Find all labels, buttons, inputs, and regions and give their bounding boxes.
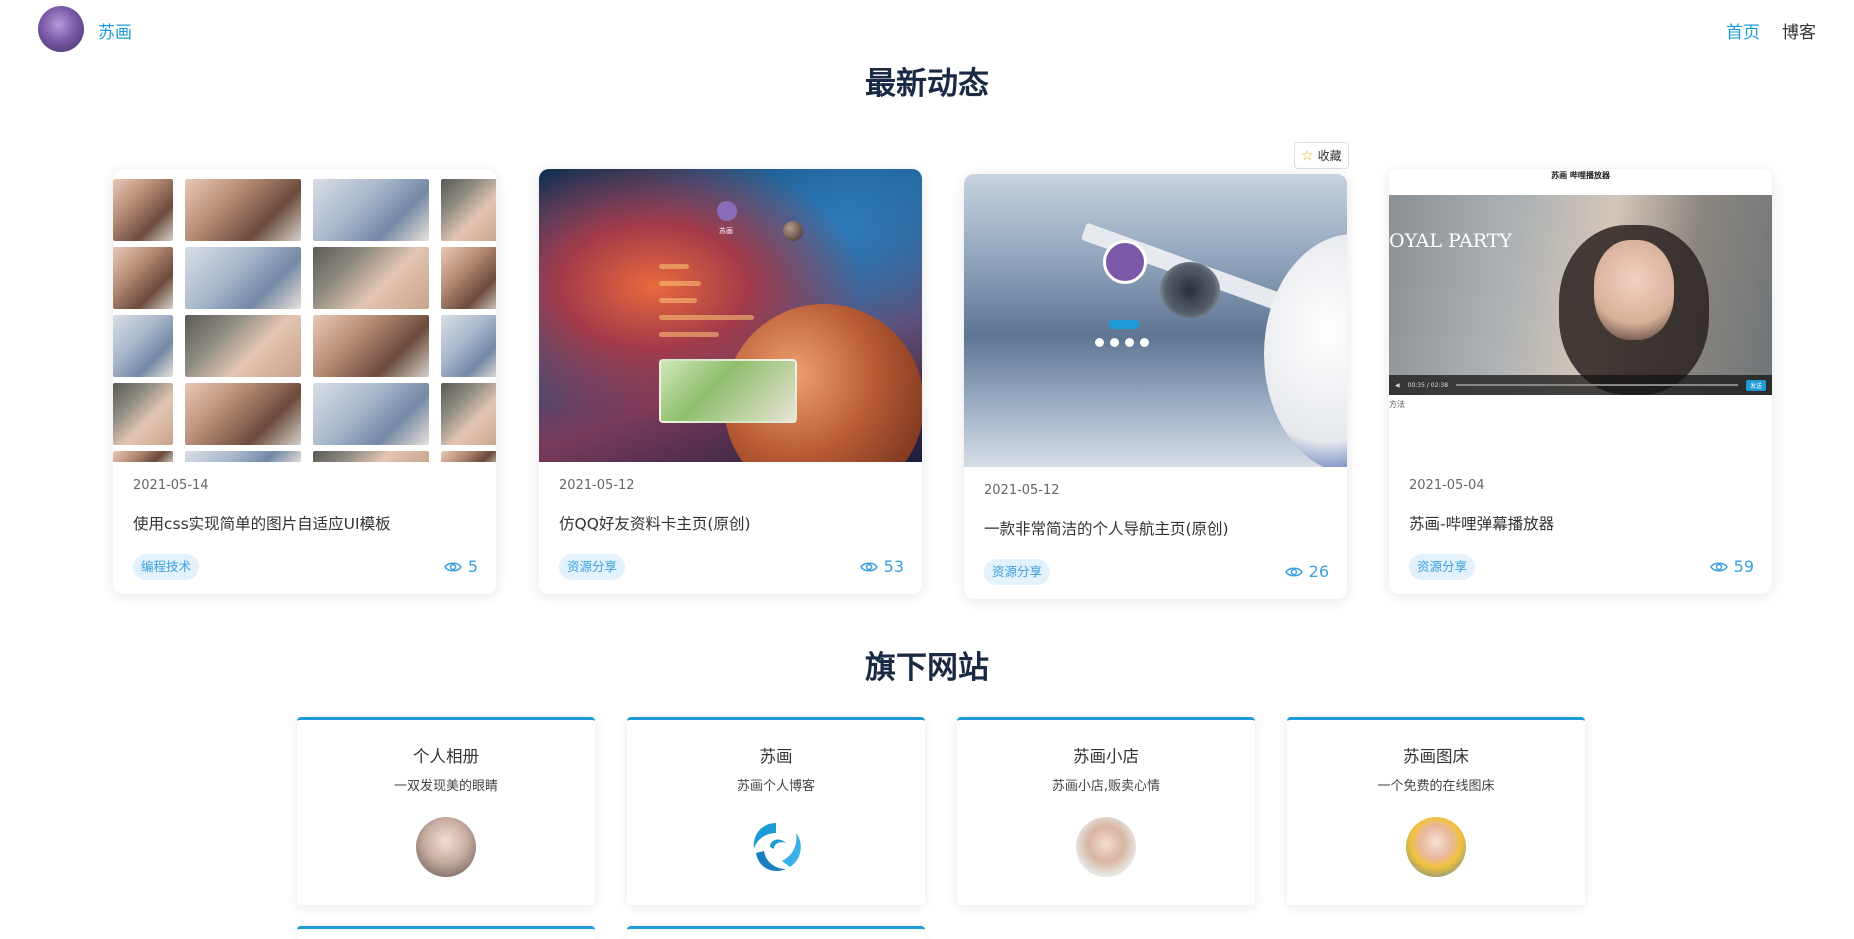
post-thumbnail[interactable]: 苏画 哔哩播放器 OYAL PARTY ◀ 00:35 / 02:38 发送 方…	[1389, 169, 1772, 462]
nav-home-link[interactable]: 首页	[1726, 18, 1760, 43]
post-card[interactable]: 2021-05-12 一款非常简洁的个人导航主页(原创) 资源分享 26	[964, 174, 1347, 599]
post-title[interactable]: 一款非常简洁的个人导航主页(原创)	[984, 517, 1229, 539]
volume-icon: ◀	[1395, 381, 1400, 389]
site-card-partial[interactable]	[297, 926, 595, 939]
post-thumbnail[interactable]: 苏画	[539, 169, 922, 462]
post-thumbnail[interactable]	[113, 169, 496, 462]
post-title[interactable]: 苏画-哔哩弹幕播放器	[1409, 512, 1554, 534]
post-tag[interactable]: 资源分享	[559, 554, 626, 580]
post-views: 59	[1709, 557, 1754, 576]
post-tag[interactable]: 资源分享	[1409, 554, 1476, 580]
sites-section-title: 旗下网站	[865, 650, 989, 686]
eye-icon	[443, 562, 462, 571]
post-title[interactable]: 仿QQ好友资料卡主页(原创)	[559, 512, 751, 534]
latest-section-title: 最新动态	[865, 66, 989, 102]
site-card-name: 苏画	[759, 747, 793, 766]
eye-icon	[1284, 567, 1303, 576]
player-foot: 方法	[1389, 400, 1405, 409]
post-card[interactable]: 苏画 2021-05-12 仿QQ好友资料卡主页(原创) 资源分享 53	[539, 169, 922, 594]
favorite-button[interactable]: ☆ 收藏	[1294, 142, 1349, 169]
site-card-partial[interactable]	[627, 926, 925, 939]
qq-card-name: 苏画	[719, 227, 733, 235]
post-tag[interactable]: 资源分享	[984, 559, 1051, 585]
eye-icon	[859, 562, 878, 571]
post-date: 2021-05-12	[559, 478, 635, 493]
player-title: 苏画 哔哩播放器	[1389, 169, 1772, 195]
site-name-link[interactable]: 苏画	[98, 18, 132, 43]
site-header: 苏画 首页 博客	[0, 0, 1854, 58]
site-card-desc: 苏画个人博客	[736, 779, 815, 794]
star-icon: ☆	[1301, 147, 1314, 164]
main-nav: 首页 博客	[1726, 18, 1816, 43]
site-card-desc: 一个免费的在线图床	[1377, 779, 1495, 794]
site-card-desc: 苏画小店,贩卖心情	[1051, 779, 1161, 794]
site-card-blog[interactable]: 苏画 苏画个人博客	[627, 717, 925, 905]
site-avatar	[416, 817, 476, 877]
site-card-name: 苏画小店	[1073, 747, 1139, 766]
site-card-album[interactable]: 个人相册 一双发现美的眼睛	[297, 717, 595, 905]
eye-icon	[1709, 562, 1728, 571]
site-card-name: 个人相册	[413, 747, 479, 766]
site-card-desc: 一双发现美的眼睛	[393, 779, 498, 794]
swirl-logo-icon	[746, 817, 806, 877]
player-send: 发送	[1745, 379, 1766, 391]
post-date: 2021-05-12	[984, 483, 1060, 498]
player-caption: OYAL PARTY	[1389, 230, 1512, 252]
site-card-imagehost[interactable]: 苏画图床 一个免费的在线图床	[1287, 717, 1585, 905]
post-views-count: 26	[1308, 562, 1329, 581]
site-card-shop[interactable]: 苏画小店 苏画小店,贩卖心情	[957, 717, 1255, 905]
post-thumbnail[interactable]	[964, 174, 1347, 467]
post-card[interactable]: 2021-05-14 使用css实现简单的图片自适应UI模板 编程技术 5	[113, 169, 496, 594]
site-avatar	[1406, 817, 1466, 877]
post-views-count: 59	[1733, 557, 1754, 576]
player-controls: ◀ 00:35 / 02:38 发送	[1389, 375, 1772, 395]
favorite-label: 收藏	[1317, 149, 1342, 163]
post-date: 2021-05-14	[133, 478, 209, 493]
site-avatar	[1076, 817, 1136, 877]
post-views-count: 53	[883, 557, 904, 576]
post-card[interactable]: 苏画 哔哩播放器 OYAL PARTY ◀ 00:35 / 02:38 发送 方…	[1389, 169, 1772, 594]
post-views: 53	[859, 557, 904, 576]
post-views: 26	[1284, 562, 1329, 581]
site-card-name: 苏画图床	[1403, 747, 1469, 766]
post-title[interactable]: 使用css实现简单的图片自适应UI模板	[133, 512, 391, 534]
nav-blog-link[interactable]: 博客	[1782, 18, 1816, 43]
player-time: 00:35 / 02:38	[1407, 381, 1449, 389]
post-date: 2021-05-04	[1409, 478, 1485, 493]
post-views-count: 5	[467, 557, 478, 576]
site-avatar-logo[interactable]	[38, 6, 84, 52]
post-views: 5	[443, 557, 478, 576]
post-tag[interactable]: 编程技术	[133, 554, 200, 580]
